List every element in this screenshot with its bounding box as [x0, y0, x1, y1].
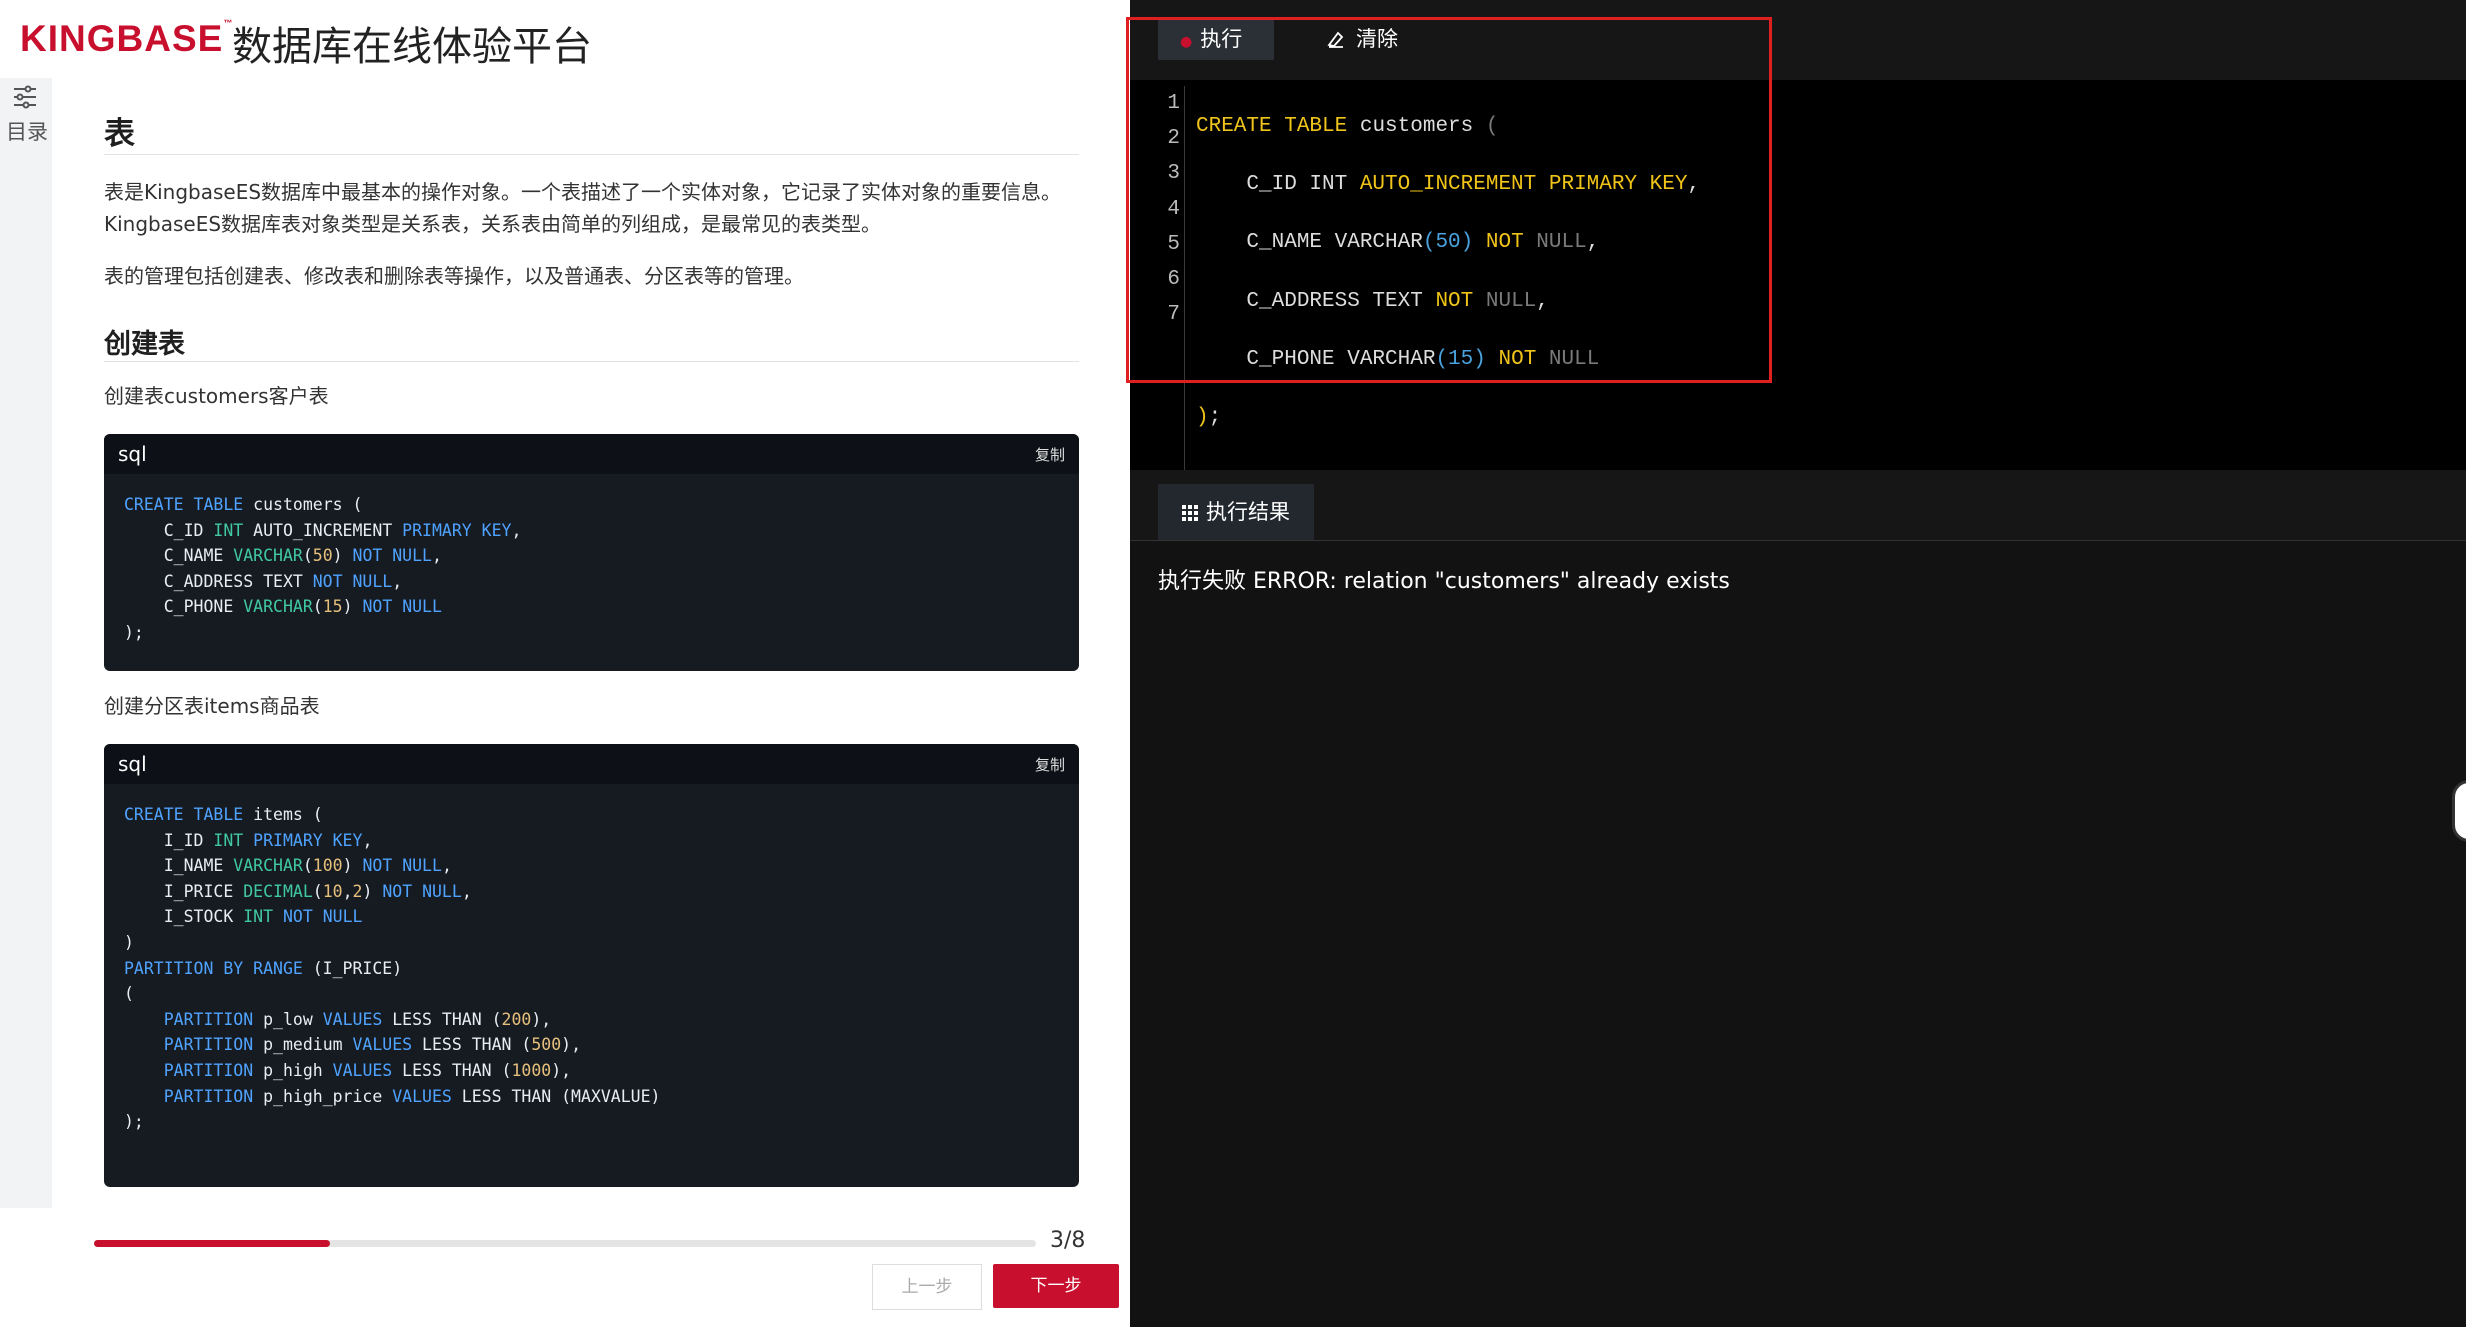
- intro-paragraph-2: 表的管理包括创建表、修改表和删除表等操作，以及普通表、分区表等的管理。: [104, 264, 804, 288]
- code-block-customers: sql 复制 CREATE TABLE customers ( C_ID INT…: [104, 434, 1079, 671]
- divider: [104, 361, 1079, 362]
- results-tabbar: 执行结果: [1130, 470, 2466, 541]
- code-caption: 创建分区表items商品表: [104, 694, 320, 718]
- annotation-highlight-box: [1126, 17, 1772, 383]
- kingbase-logo: KINGBASE™: [20, 18, 234, 59]
- code-language: sql: [118, 442, 147, 466]
- intro-paragraph: 表是KingbaseES数据库中最基本的操作对象。一个表描述了一个实体对象，它记…: [104, 180, 1062, 236]
- code-caption: 创建表customers客户表: [104, 384, 329, 408]
- next-step-button[interactable]: 下一步: [993, 1264, 1119, 1308]
- grid-icon: [1182, 505, 1198, 521]
- tab-execution-results[interactable]: 执行结果: [1158, 484, 1314, 540]
- header: KINGBASE™ 数据库在线体验平台: [0, 0, 1130, 78]
- result-message: 执行失败 ERROR: relation "customers" already…: [1158, 569, 1730, 594]
- site-title: 数据库在线体验平台: [232, 24, 592, 70]
- copy-button[interactable]: 复制: [1035, 754, 1065, 775]
- toc-label[interactable]: 目录: [6, 116, 48, 146]
- code-content: CREATE TABLE items ( I_ID INT PRIMARY KE…: [124, 805, 661, 1132]
- divider: [104, 154, 1079, 155]
- code-language: sql: [118, 752, 147, 776]
- progress-fill: [94, 1240, 330, 1247]
- toc-rail: 目录: [0, 78, 52, 1208]
- progress-bar: [94, 1240, 1036, 1247]
- filter-sliders-icon[interactable]: [12, 84, 38, 110]
- section-title: 表: [104, 116, 135, 152]
- code-content: CREATE TABLE customers ( C_ID INT AUTO_I…: [124, 495, 522, 642]
- prev-step-button[interactable]: 上一步: [872, 1264, 982, 1310]
- footer: 3/8 上一步 下一步: [0, 1208, 1130, 1327]
- subsection-title: 创建表: [104, 329, 185, 360]
- copy-button[interactable]: 复制: [1035, 444, 1065, 465]
- code-header: sql 复制: [104, 434, 1079, 474]
- page-counter: 3/8: [1050, 1228, 1086, 1253]
- panel-toggle-handle[interactable]: [2452, 780, 2466, 842]
- doc-panel: 表 表是KingbaseES数据库中最基本的操作对象。一个表描述了一个实体对象，…: [52, 78, 1118, 1208]
- code-header: sql 复制: [104, 744, 1079, 784]
- code-block-items: sql 复制 CREATE TABLE items ( I_ID INT PRI…: [104, 744, 1079, 1187]
